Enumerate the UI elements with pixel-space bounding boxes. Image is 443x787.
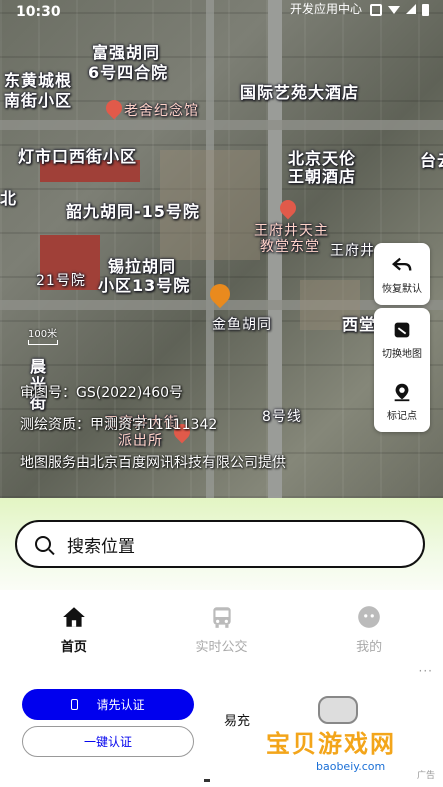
switch-map-label: 切换地图	[382, 348, 422, 360]
ad-more-button[interactable]: ···	[419, 664, 433, 678]
scale-bar	[28, 340, 58, 345]
reset-view-button[interactable]: 恢复默认	[374, 243, 430, 305]
ad-brand: 易充	[224, 714, 251, 729]
status-note: 开发应用中心	[290, 2, 363, 16]
status-bar: 10:30 开发应用中心	[0, 0, 443, 24]
map-label: 21号院	[36, 273, 86, 289]
location-pin-icon	[394, 383, 410, 401]
map-label: 国际艺苑大酒店	[240, 83, 360, 102]
map-poi-label[interactable]: 老舍纪念馆	[124, 102, 199, 120]
mark-point-button[interactable]: 标记点	[374, 370, 430, 432]
map-label: 西堂	[342, 315, 377, 334]
map-label: 金鱼胡同	[212, 317, 272, 333]
map-license: 审图号：GS(2022)460号	[20, 385, 184, 401]
phone-icon	[71, 699, 79, 710]
verify-first-button[interactable]: 请先认证	[22, 689, 194, 720]
mark-point-label: 标记点	[387, 410, 417, 422]
one-click-verify-label: 一键认证	[83, 735, 132, 749]
map-layers-icon	[394, 322, 410, 337]
watermark-logo: 宝贝游戏网 baobeiy.com	[266, 690, 416, 780]
museum-pin-icon[interactable]	[102, 96, 126, 120]
profile-icon	[358, 605, 381, 628]
map-label: 6号四合院	[88, 63, 169, 82]
scale-label: 100米	[28, 329, 58, 340]
map-label: 灯市口西街小区	[18, 147, 138, 166]
tab-profile-label: 我的	[356, 639, 383, 655]
search-input[interactable]: 搜索位置	[15, 520, 425, 568]
map-label: 南街小区	[4, 91, 73, 110]
battery-icon	[422, 4, 429, 16]
wifi-icon	[388, 6, 400, 14]
watermark-url: baobeiy.com	[316, 760, 386, 773]
map-label: 富强胡同	[92, 43, 161, 62]
map-label: 8号线	[262, 409, 302, 425]
search-placeholder: 搜索位置	[67, 536, 135, 557]
switch-map-button[interactable]: 切换地图	[374, 308, 430, 370]
search-icon	[35, 536, 51, 552]
status-icons	[370, 4, 429, 16]
search-panel: 搜索位置	[0, 498, 443, 590]
tab-home-label: 首页	[60, 639, 87, 655]
bus-icon	[212, 606, 231, 628]
home-icon	[62, 606, 85, 627]
tab-home[interactable]: 首页	[0, 598, 148, 660]
ad-tag: 广告	[416, 771, 435, 781]
signal-icon	[406, 4, 416, 14]
sim-icon	[370, 4, 382, 16]
map-label: 北	[0, 189, 18, 208]
tab-profile[interactable]: 我的	[295, 598, 443, 660]
map-poi-label[interactable]: 教堂东堂	[260, 238, 320, 256]
reset-view-label: 恢复默认	[382, 283, 422, 295]
map-label: 东黄城根	[4, 71, 73, 90]
map-label: 王朝酒店	[288, 167, 357, 186]
map-survey: 测绘资质：甲测资字11111342	[20, 417, 218, 433]
verify-first-label: 请先认证	[96, 698, 145, 712]
map-label: 小区13号院	[98, 276, 191, 295]
status-time: 10:30	[16, 4, 61, 20]
undo-arrow-icon	[391, 257, 412, 271]
map-label: 韶九胡同-15号院	[66, 202, 200, 221]
map-tools: 切换地图 标记点	[374, 308, 430, 432]
gamepad-icon	[318, 696, 358, 724]
map-scale: 100米	[28, 325, 58, 345]
bottom-tabs: 首页 实时公交 我的	[0, 598, 443, 660]
map-label: 锡拉胡同	[108, 257, 177, 276]
tab-bus[interactable]: 实时公交	[148, 598, 296, 660]
nav-indicator	[204, 779, 210, 782]
map-label: 北京天伦	[288, 149, 357, 168]
map-view[interactable]: 10:30 开发应用中心 富强胡同 6号四合院 东黄城根 南街小区 老舍纪念馆 …	[0, 0, 443, 498]
one-click-verify-button[interactable]: 一键认证	[22, 726, 194, 757]
road-horizontal	[0, 120, 443, 130]
map-label: 王府井	[330, 243, 375, 259]
map-provider: 地图服务由北京百度网讯科技有限公司提供	[20, 455, 286, 471]
map-poi-label[interactable]: 派出所	[118, 432, 163, 450]
tab-bus-label: 实时公交	[195, 639, 248, 655]
watermark-text: 宝贝游戏网	[266, 730, 396, 758]
map-label: 台云	[420, 151, 443, 170]
